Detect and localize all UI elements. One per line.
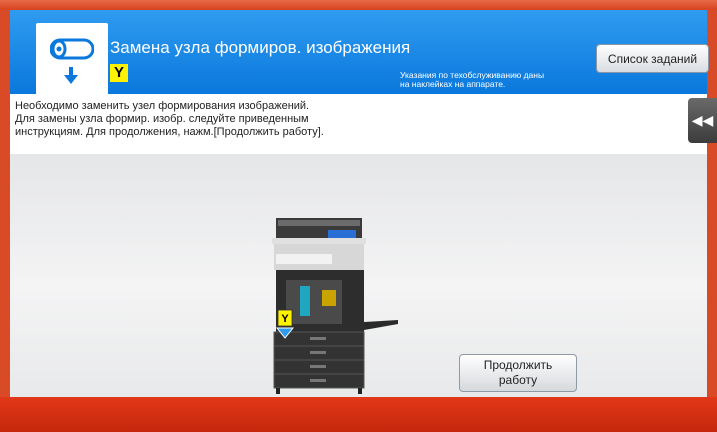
continue-label-line: работу <box>498 373 538 387</box>
collapse-panel-button[interactable]: ◀◀ <box>688 98 717 143</box>
printer-illustration: Y <box>272 218 398 394</box>
continue-job-button[interactable]: Продолжить работу <box>459 354 577 392</box>
toner-drum-icon <box>50 38 94 60</box>
page-title: Замена узла формиров. изображения <box>110 38 411 57</box>
maintenance-note: Указания по техобслуживанию даны на накл… <box>400 71 590 89</box>
frame-top-border <box>0 0 717 10</box>
toner-icon-box <box>36 23 108 95</box>
machine-color-label: Y <box>281 313 289 325</box>
double-left-arrow-icon: ◀◀ <box>691 112 714 128</box>
instruction-panel: Необходимо заменить узел формирования из… <box>10 94 707 154</box>
frame-left-border <box>0 10 10 397</box>
instruction-line: инструкциям. Для продолжения, нажм.[Прод… <box>15 126 324 138</box>
continue-label-line: Продолжить <box>483 358 553 372</box>
instruction-line: Необходимо заменить узел формирования из… <box>15 100 310 112</box>
down-arrow-icon <box>64 67 78 84</box>
instruction-text: Необходимо заменить узел формирования из… <box>15 100 435 139</box>
frame-bottom-bar <box>0 397 717 432</box>
instruction-line: Для замены узла формир. изобр. следуйте … <box>15 113 309 125</box>
maintenance-note-line: на наклейках на аппарате. <box>400 79 506 89</box>
job-list-button[interactable]: Список заданий <box>596 44 709 73</box>
color-badge-yellow: Y <box>110 64 128 82</box>
